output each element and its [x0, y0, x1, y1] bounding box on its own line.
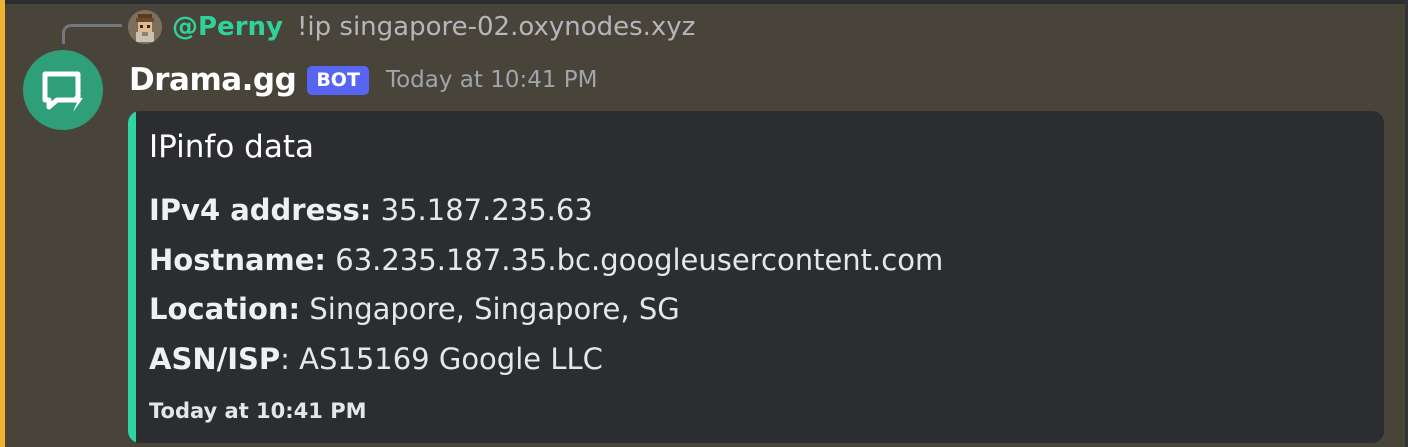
bot-badge: BOT: [307, 65, 369, 95]
embed-title: IPinfo data: [149, 129, 314, 165]
message-header: Drama.gg BOT Today at 10:41 PM: [129, 58, 598, 102]
top-divider: [0, 0, 1408, 4]
reply-author[interactable]: @Perny: [172, 12, 283, 42]
field-separator: :: [280, 342, 290, 376]
bot-username[interactable]: Drama.gg: [129, 62, 297, 98]
message-timestamp[interactable]: Today at 10:41 PM: [386, 67, 598, 93]
bot-avatar[interactable]: [23, 50, 103, 130]
field-value: 35.187.235.63: [371, 193, 593, 227]
field-value: AS15169 Google LLC: [289, 342, 603, 376]
field-label: Location:: [149, 292, 301, 326]
embed-field-ipv4: IPv4 address: 35.187.235.63: [149, 193, 593, 227]
reply-content[interactable]: !ip singapore-02.oxynodes.xyz: [297, 12, 695, 42]
reply-avatar[interactable]: [128, 10, 162, 44]
field-value: 63.235.187.35.bc.googleusercontent.com: [326, 243, 944, 277]
embed-field-location: Location: Singapore, Singapore, SG: [149, 292, 680, 326]
field-value: Singapore, Singapore, SG: [300, 292, 680, 326]
mention-highlight-bar: [0, 0, 5, 447]
reply-spine: [62, 24, 122, 44]
field-label: IPv4 address:: [149, 193, 372, 227]
chat-bubble-lightning-icon: [42, 71, 83, 112]
field-label: ASN/ISP: [149, 342, 281, 376]
pixel-character-avatar-icon: [128, 10, 162, 44]
field-label: Hostname:: [149, 243, 327, 277]
reply-preview[interactable]: @Perny !ip singapore-02.oxynodes.xyz: [128, 8, 695, 46]
embed-accent-bar: [128, 111, 136, 443]
embed: IPinfo data IPv4 address: 35.187.235.63 …: [128, 111, 1384, 443]
embed-footer-timestamp: Today at 10:41 PM: [149, 399, 367, 423]
embed-field-hostname: Hostname: 63.235.187.35.bc.googleusercon…: [149, 243, 943, 277]
embed-field-asn-isp: ASN/ISP: AS15169 Google LLC: [149, 342, 603, 376]
